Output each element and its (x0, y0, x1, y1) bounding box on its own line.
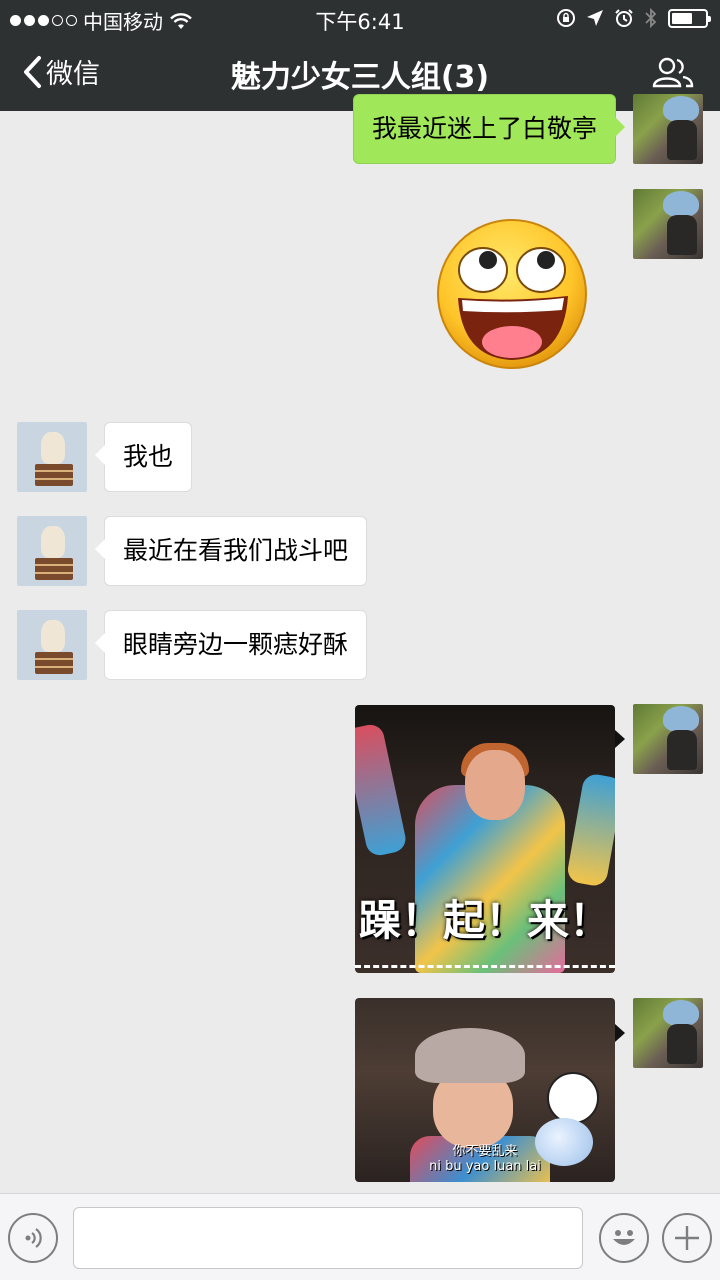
friend-avatar[interactable] (17, 610, 87, 680)
my-avatar[interactable] (633, 94, 703, 164)
friend-avatar[interactable] (17, 516, 87, 586)
my-avatar[interactable] (633, 189, 703, 259)
status-bar: 中国移动 下午6:41 (0, 0, 720, 36)
plus-icon (675, 1226, 699, 1250)
sticker-caption: 躁！起！来！ (358, 896, 611, 945)
emoji-icon (613, 1230, 635, 1245)
emoji-button[interactable] (599, 1213, 649, 1263)
message-input[interactable] (73, 1207, 583, 1269)
back-label: 微信 (46, 59, 100, 90)
sticker-pinyin: ni bu yao luan lai (429, 1159, 541, 1174)
chat-title: 魅力少女三人组(3) (230, 60, 490, 95)
sticker-image[interactable]: 躁！起！来！ (355, 705, 615, 973)
more-button[interactable] (662, 1213, 712, 1263)
input-toolbar (0, 1193, 720, 1280)
group-members-icon (652, 57, 694, 88)
chat-info-button[interactable] (652, 56, 694, 92)
laughing-face-emoji[interactable] (436, 218, 588, 370)
alarm-icon (615, 9, 633, 27)
incoming-message-bubble[interactable]: 眼睛旁边一颗痣好酥 (94, 610, 368, 680)
message-text: 我最近迷上了白敬亭 (371, 114, 597, 143)
voice-button[interactable] (8, 1213, 58, 1263)
rage-face-icon (547, 1072, 599, 1124)
friend-avatar[interactable] (17, 422, 87, 492)
my-avatar[interactable] (633, 704, 703, 774)
sticker-image[interactable]: 你不要乱来 ni bu yao luan lai (355, 998, 615, 1182)
back-button[interactable]: 微信 (22, 52, 100, 91)
message-text: 最近在看我们战斗吧 (123, 536, 349, 565)
message-text: 我也 (123, 442, 174, 471)
location-arrow-icon (587, 10, 603, 26)
rotation-lock-icon (557, 9, 575, 27)
incoming-message-bubble[interactable]: 最近在看我们战斗吧 (94, 516, 368, 586)
my-avatar[interactable] (633, 998, 703, 1068)
incoming-message-bubble[interactable]: 我也 (94, 422, 193, 492)
voice-icon (25, 1228, 42, 1248)
sticker-caption: 你不要乱来 (452, 1144, 518, 1159)
outgoing-message-bubble[interactable]: 我最近迷上了白敬亭 (352, 94, 626, 164)
chevron-left-icon (24, 55, 41, 88)
message-text: 眼睛旁边一颗痣好酥 (123, 630, 349, 659)
bluetooth-icon (645, 7, 657, 29)
battery-icon (668, 8, 711, 28)
